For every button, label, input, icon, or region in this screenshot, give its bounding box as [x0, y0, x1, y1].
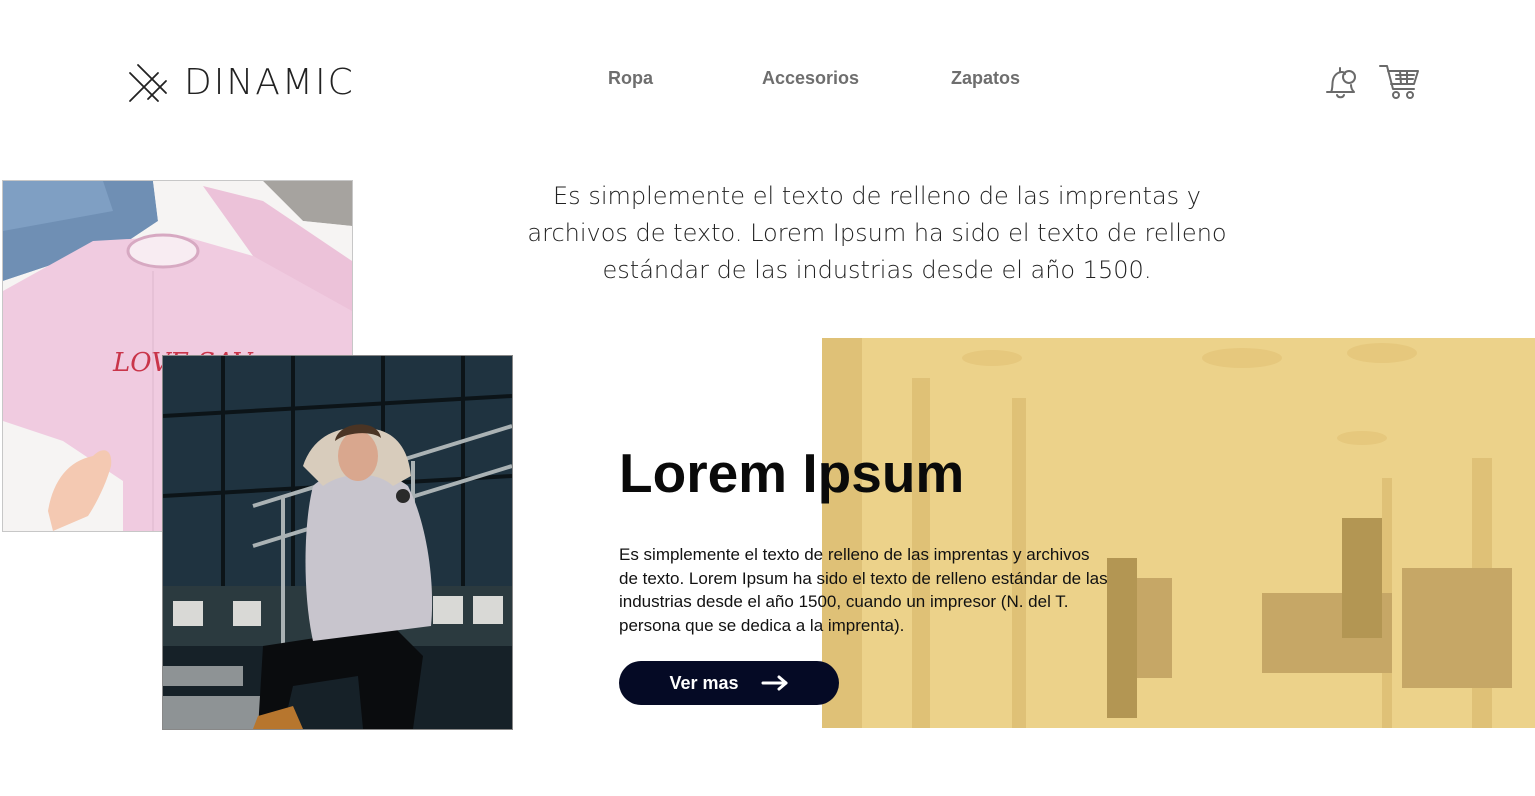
nav-link-ropa[interactable]: Ropa: [608, 68, 653, 88]
store-photo: [822, 338, 1535, 728]
ver-mas-label: Ver mas: [669, 672, 739, 693]
bell-icon: [1326, 67, 1356, 99]
brand-logo[interactable]: DINAMIC: [128, 62, 355, 104]
brand-name: DINAMIC: [184, 62, 355, 103]
logo-mark-icon: [129, 64, 167, 102]
intro-text: Es simplemente el texto de relleno de la…: [527, 182, 1227, 284]
hero-title: Lorem Ipsum: [619, 442, 965, 504]
nav-link-zapatos[interactable]: Zapatos: [951, 68, 1020, 88]
notifications-button[interactable]: [1318, 60, 1362, 104]
hero-description: Es simplemente el texto de relleno de la…: [619, 545, 1108, 635]
arrow-right-icon: [761, 675, 788, 691]
man-photo: [162, 355, 513, 730]
ver-mas-button[interactable]: Ver mas: [619, 661, 839, 705]
nav-link-accesorios[interactable]: Accesorios: [762, 68, 859, 88]
shopping-cart-icon: [1379, 65, 1419, 99]
cart-button[interactable]: [1377, 60, 1421, 104]
